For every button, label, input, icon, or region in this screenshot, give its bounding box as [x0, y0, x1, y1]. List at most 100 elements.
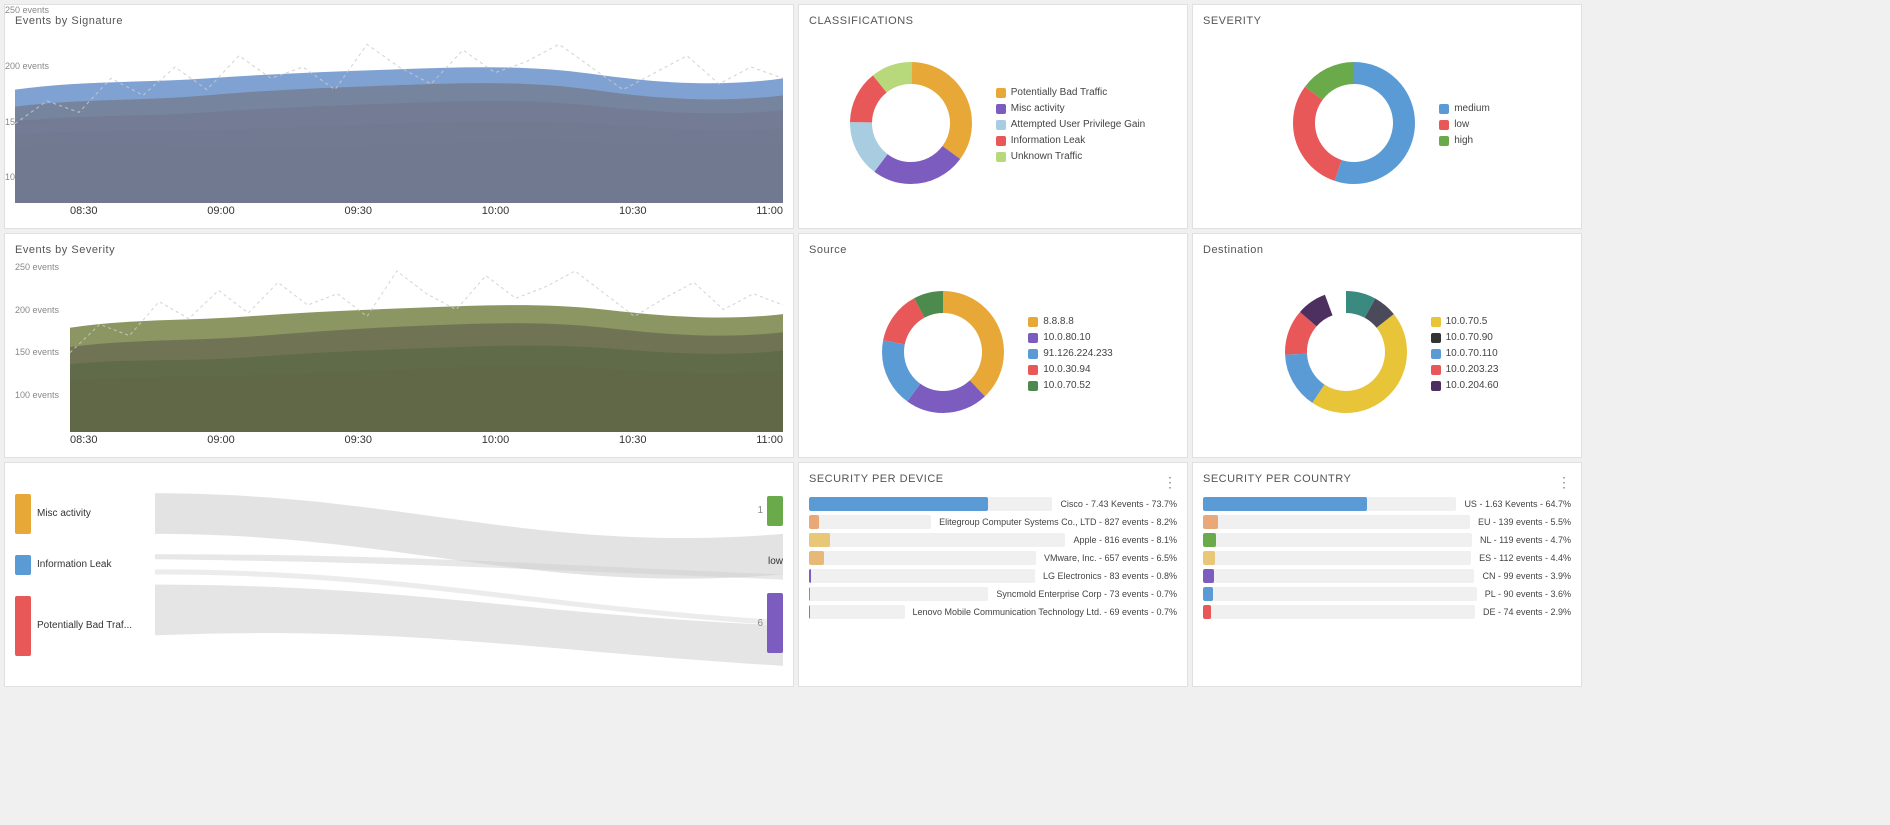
country-bar-fill: [1203, 569, 1214, 583]
legend-item-dest-3: 10.0.203.23: [1431, 364, 1499, 375]
destination-title: Destination: [1203, 244, 1571, 256]
legend-dot-high: [1439, 136, 1449, 146]
x-label-0830: 08:30: [70, 205, 98, 217]
device-bar-fill: [809, 551, 824, 565]
severity-title: SEVERITY: [1203, 15, 1571, 27]
sev-x-label-1100: 11:00: [756, 434, 783, 446]
destination-donut: [1276, 282, 1416, 425]
legend-item-10030: 10.0.30.94: [1028, 364, 1113, 375]
events-signature-chart: [15, 33, 783, 203]
legend-item-info-leak: Information Leak: [996, 135, 1146, 146]
source-legend: 8.8.8.8 10.0.80.10 91.126.224.233 10.0.3…: [1028, 316, 1113, 391]
x-label-1030: 10:30: [619, 205, 647, 217]
legend-item-bad-traffic: Potentially Bad Traffic: [996, 87, 1146, 98]
device-bar-row: Lenovo Mobile Communication Technology L…: [809, 605, 1177, 619]
destination-legend: 10.0.70.5 10.0.70.90 10.0.70.110 10.0.20…: [1431, 316, 1499, 391]
legend-dot-10080: [1028, 333, 1038, 343]
device-bar-track: [809, 497, 1052, 511]
legend-item-unknown: Unknown Traffic: [996, 151, 1146, 162]
legend-dot-91126: [1028, 349, 1038, 359]
legend-item-dest-4: 10.0.204.60: [1431, 380, 1499, 391]
legend-item-8888: 8.8.8.8: [1028, 316, 1113, 327]
legend-label-dest-2: 10.0.70.110: [1446, 348, 1498, 359]
sankey-right-node-1: [767, 496, 783, 526]
sankey-panel: Misc activity Information Leak Potential…: [4, 462, 794, 687]
legend-dot-bad-traffic: [996, 88, 1006, 98]
legend-label-low: low: [1454, 119, 1469, 130]
security-device-menu-icon[interactable]: ⋮: [1163, 474, 1177, 491]
security-device-bars: Cisco - 7.43 Kevents - 73.7% Elitegroup …: [809, 497, 1177, 623]
device-bar-row: Cisco - 7.43 Kevents - 73.7%: [809, 497, 1177, 511]
country-bar-track: [1203, 533, 1472, 547]
legend-dot-10030: [1028, 365, 1038, 375]
country-bar-fill: [1203, 605, 1211, 619]
events-by-signature-panel: Events by Signature 250 events 200 event…: [4, 4, 794, 229]
legend-dot-dest-2: [1431, 349, 1441, 359]
legend-label-dest-0: 10.0.70.5: [1446, 316, 1488, 327]
device-bar-row: LG Electronics - 83 events - 0.8%: [809, 569, 1177, 583]
country-bar-track: [1203, 569, 1474, 583]
events-severity-chart: [70, 262, 783, 432]
sev-y-label-150: 150 events: [15, 347, 70, 357]
device-bar-row: Elitegroup Computer Systems Co., LTD - 8…: [809, 515, 1177, 529]
legend-dot-dest-4: [1431, 381, 1441, 391]
country-bar-track: [1203, 551, 1471, 565]
sankey-label-misc: Misc activity: [37, 508, 91, 519]
legend-dot-low: [1439, 120, 1449, 130]
country-bar-label: PL - 90 events - 3.6%: [1485, 589, 1571, 599]
country-bar-track: [1203, 515, 1470, 529]
security-per-device-panel: SECURITY PER DEVICE ⋮ Cisco - 7.43 Keven…: [798, 462, 1188, 687]
legend-label-misc: Misc activity: [1011, 103, 1065, 114]
device-bar-track: [809, 569, 1035, 583]
legend-dot-dest-3: [1431, 365, 1441, 375]
device-bar-fill: [809, 515, 819, 529]
legend-item-medium: medium: [1439, 103, 1490, 114]
legend-label-dest-4: 10.0.204.60: [1446, 380, 1499, 391]
legend-label-10080: 10.0.80.10: [1043, 332, 1090, 343]
classifications-panel: CLASSIFICATIONS Potentially Bad Traffi: [798, 4, 1188, 229]
legend-dot-unknown: [996, 152, 1006, 162]
classifications-donut: [841, 53, 981, 196]
device-bar-label: VMware, Inc. - 657 events - 6.5%: [1044, 553, 1177, 563]
country-bar-fill: [1203, 587, 1213, 601]
legend-item-low: low: [1439, 119, 1490, 130]
legend-label-91126: 91.126.224.233: [1043, 348, 1113, 359]
legend-label-dest-1: 10.0.70.90: [1446, 332, 1493, 343]
device-bar-row: Syncmold Enterprise Corp - 73 events - 0…: [809, 587, 1177, 601]
x-label-1000: 10:00: [482, 205, 510, 217]
y-label-250: 250 events: [5, 5, 60, 15]
sankey-right-6: 6: [757, 593, 783, 653]
country-bar-label: DE - 74 events - 2.9%: [1483, 607, 1571, 617]
source-title: Source: [809, 244, 1177, 256]
legend-item-dest-1: 10.0.70.90: [1431, 332, 1499, 343]
security-per-country-panel: SECURITY PER COUNTRY ⋮ US - 1.63 Kevents…: [1192, 462, 1582, 687]
country-bar-row: NL - 119 events - 4.7%: [1203, 533, 1571, 547]
sev-x-label-0830: 08:30: [70, 434, 98, 446]
sankey-right-node-2: [767, 593, 783, 653]
sankey-right-label-1: 1: [757, 505, 763, 516]
country-bar-label: CN - 99 events - 3.9%: [1482, 571, 1571, 581]
device-bar-fill: [809, 569, 811, 583]
sankey-chart: [155, 473, 783, 676]
sankey-left-2: Potentially Bad Traf...: [15, 596, 155, 656]
sev-y-label-250: 250 events: [15, 262, 70, 272]
country-bar-row: DE - 74 events - 2.9%: [1203, 605, 1571, 619]
device-bar-track: [809, 533, 1065, 547]
country-bar-track: [1203, 497, 1456, 511]
device-bar-track: [809, 605, 905, 619]
sev-x-label-0930: 09:30: [345, 434, 373, 446]
sankey-node-misc: [15, 494, 31, 534]
country-bar-label: NL - 119 events - 4.7%: [1480, 535, 1571, 545]
device-bar-row: Apple - 816 events - 8.1%: [809, 533, 1177, 547]
severity-donut: [1284, 53, 1424, 196]
security-country-menu-icon[interactable]: ⋮: [1557, 474, 1571, 491]
x-label-0930: 09:30: [345, 205, 373, 217]
legend-label-privilege: Attempted User Privilege Gain: [1011, 119, 1146, 130]
events-by-signature-title: Events by Signature: [15, 15, 783, 27]
security-country-bars: US - 1.63 Kevents - 64.7% EU - 139 event…: [1203, 497, 1571, 623]
legend-item-privilege: Attempted User Privilege Gain: [996, 119, 1146, 130]
legend-item-10070: 10.0.70.52: [1028, 380, 1113, 391]
country-bar-row: ES - 112 events - 4.4%: [1203, 551, 1571, 565]
country-bar-track: [1203, 605, 1475, 619]
source-panel: Source 8.8.8.8 10.0.8: [798, 233, 1188, 458]
